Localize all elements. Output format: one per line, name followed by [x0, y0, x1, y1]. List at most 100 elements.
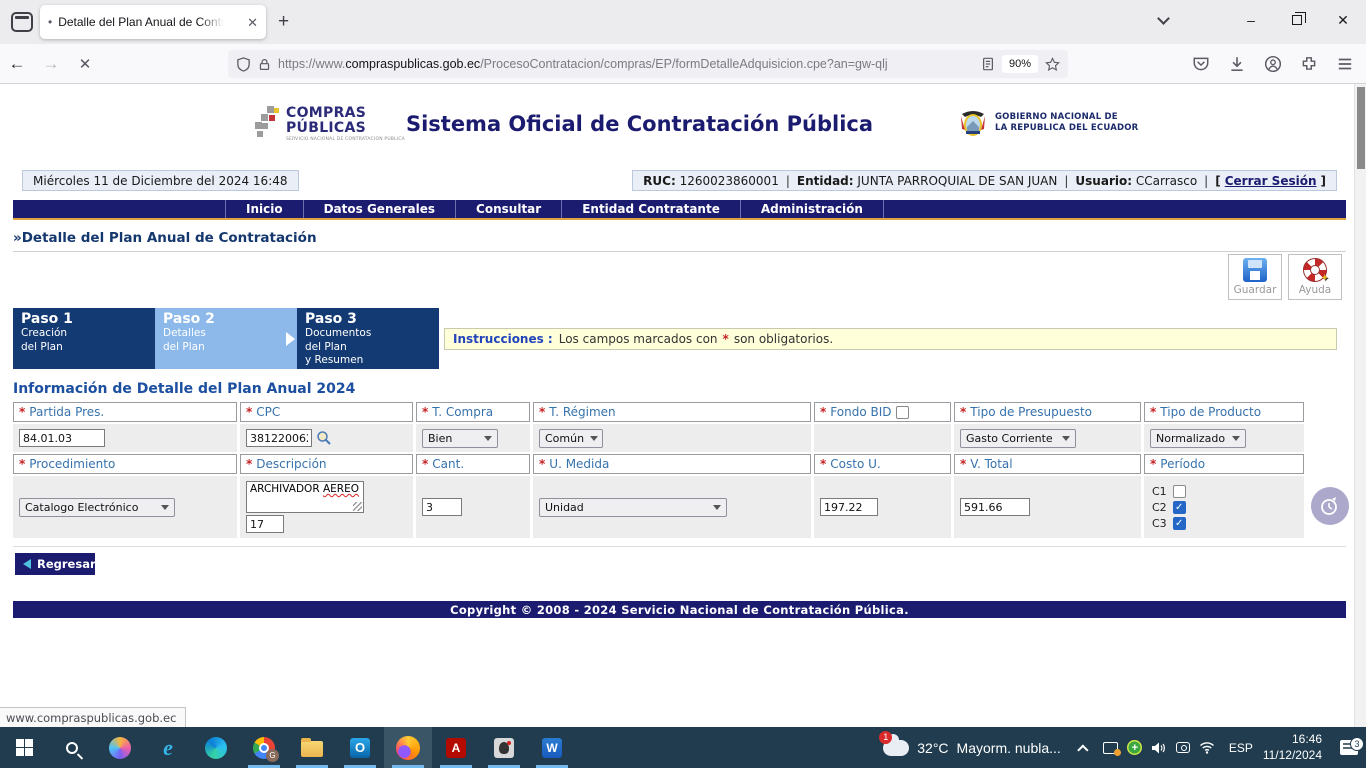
- screen-recorder-overlay-icon[interactable]: [1311, 487, 1349, 525]
- ecuador-coat-of-arms-icon: [958, 106, 988, 140]
- page-scrollbar[interactable]: [1354, 84, 1366, 727]
- close-button[interactable]: ✕: [1320, 0, 1366, 40]
- logo-line1: COMPRAS: [286, 106, 405, 121]
- taskbar-search-button[interactable]: [48, 727, 96, 768]
- cpc-input[interactable]: [246, 429, 312, 447]
- lock-icon[interactable]: [258, 58, 271, 71]
- step-arrow-icon: [286, 332, 295, 346]
- cell-descripcion: ARCHIVADOR AEREO: [240, 476, 413, 538]
- tab-close-icon[interactable]: ✕: [247, 16, 258, 29]
- cell-procedimiento: Catalogo Electrónico: [13, 476, 237, 538]
- partida-input[interactable]: [19, 429, 105, 447]
- extensions-puzzle-icon[interactable]: [1296, 51, 1322, 77]
- regresar-button[interactable]: Regresar: [15, 553, 95, 575]
- wifi-tray-icon[interactable]: [1195, 741, 1219, 754]
- step-1[interactable]: Paso 1 Creación del Plan: [13, 308, 155, 369]
- u-medida-select[interactable]: Unidad: [539, 498, 727, 517]
- cell-cant: [416, 476, 530, 538]
- nav-item-entidad-contratante[interactable]: Entidad Contratante: [561, 200, 740, 218]
- minimize-button[interactable]: –: [1228, 0, 1274, 40]
- periodo-c2-checkbox[interactable]: [1173, 501, 1186, 514]
- step-2-current[interactable]: Paso 2 Detalles del Plan: [155, 308, 297, 369]
- ayuda-button[interactable]: Ayuda: [1288, 254, 1342, 300]
- forward-button[interactable]: →: [34, 54, 68, 74]
- cell-v-total: [954, 476, 1141, 538]
- reader-view-icon[interactable]: [981, 57, 995, 71]
- costo-u-input[interactable]: [820, 498, 878, 516]
- copilot-button[interactable]: [96, 727, 144, 768]
- nav-item-administracion[interactable]: Administración: [740, 200, 884, 218]
- url-text[interactable]: https://www.compraspublicas.gob.ec/Proce…: [278, 57, 974, 71]
- screen: • Detalle del Plan Anual de Contr ✕ + – …: [0, 0, 1366, 768]
- bookmark-star-icon[interactable]: [1045, 57, 1060, 72]
- cpc-search-icon[interactable]: [316, 430, 332, 446]
- cell-fondo-bid: [814, 424, 951, 452]
- screen-cast-tray-icon[interactable]: [1099, 742, 1123, 754]
- ayuda-label: Ayuda: [1299, 284, 1331, 296]
- descripcion-textarea[interactable]: ARCHIVADOR AEREO: [246, 481, 364, 513]
- nav-item-datos-generales[interactable]: Datos Generales: [303, 200, 455, 218]
- pocket-icon[interactable]: [1188, 51, 1214, 77]
- guardar-button[interactable]: Guardar: [1228, 254, 1282, 300]
- cant-input[interactable]: [422, 498, 462, 516]
- acrobat-button[interactable]: A: [432, 727, 480, 768]
- wizard-steps: Paso 1 Creación del Plan Paso 2 Detalles…: [13, 308, 1346, 369]
- tipo-presupuesto-select[interactable]: Gasto Corriente: [960, 429, 1076, 448]
- step-3[interactable]: Paso 3 Documentos del Plan y Resumen: [297, 308, 439, 369]
- tray-expand-chevron-icon[interactable]: [1077, 744, 1088, 755]
- header-fondo-bid: *Fondo BID: [814, 402, 951, 422]
- outlook-button[interactable]: O: [336, 727, 384, 768]
- back-arrow-icon: [23, 559, 31, 569]
- new-tab-button[interactable]: +: [278, 11, 289, 33]
- account-icon[interactable]: [1260, 51, 1286, 77]
- shield-icon[interactable]: [236, 57, 251, 72]
- fondo-bid-checkbox[interactable]: [896, 406, 909, 419]
- chrome-button[interactable]: G: [240, 727, 288, 768]
- stop-button[interactable]: ✕: [68, 55, 102, 73]
- cerrar-sesion-link[interactable]: Cerrar Sesión: [1225, 174, 1317, 188]
- clock-widget[interactable]: 16:46 11/12/2024: [1263, 732, 1332, 763]
- antivirus-tray-icon[interactable]: +: [1123, 740, 1147, 755]
- browser-tab[interactable]: • Detalle del Plan Anual de Contr ✕: [40, 5, 266, 39]
- zoom-level-badge[interactable]: 90%: [1002, 55, 1038, 73]
- t-compra-select[interactable]: Bien: [422, 429, 498, 448]
- notification-center-button[interactable]: 3: [1332, 740, 1366, 755]
- nav-item-consultar[interactable]: Consultar: [455, 200, 561, 218]
- header-descripcion: *Descripción: [240, 454, 413, 474]
- download-icon[interactable]: [1224, 51, 1250, 77]
- firefox-view-icon[interactable]: [11, 12, 33, 32]
- edge-button[interactable]: [192, 727, 240, 768]
- detail-table-2: *Procedimiento *Descripción *Cant. *U. M…: [13, 454, 1346, 538]
- bird-app-button[interactable]: [480, 727, 528, 768]
- file-explorer-button[interactable]: [288, 727, 336, 768]
- page-viewport: COMPRAS PÚBLICAS SERVICIO NACIONAL DE CO…: [0, 84, 1366, 727]
- list-tabs-chevron-icon[interactable]: [1157, 12, 1170, 25]
- resize-handle-icon[interactable]: [353, 502, 362, 511]
- back-button[interactable]: ←: [0, 54, 34, 74]
- firefox-button-active[interactable]: [384, 727, 432, 768]
- language-indicator[interactable]: ESP: [1219, 741, 1263, 755]
- menu-hamburger-icon[interactable]: [1332, 51, 1358, 77]
- volume-tray-icon[interactable]: [1147, 741, 1171, 755]
- meet-now-tray-icon[interactable]: [1171, 742, 1195, 753]
- status-link-tooltip: www.compraspublicas.gob.ec: [0, 707, 186, 727]
- url-bar[interactable]: https://www.compraspublicas.gob.ec/Proce…: [228, 50, 1068, 78]
- scrollbar-thumb[interactable]: [1357, 87, 1365, 169]
- v-total-input[interactable]: [960, 498, 1030, 516]
- t-regimen-select[interactable]: Común: [539, 429, 603, 448]
- tipo-producto-select[interactable]: Normalizado: [1150, 429, 1246, 448]
- compras-publicas-logo: COMPRAS PÚBLICAS SERVICIO NACIONAL DE CO…: [255, 106, 405, 142]
- procedimiento-select[interactable]: Catalogo Electrónico: [19, 498, 175, 517]
- restore-button[interactable]: [1274, 0, 1320, 40]
- descripcion-extra-input[interactable]: [246, 515, 284, 533]
- weather-widget[interactable]: 1 32°C Mayorm. nubla...: [873, 740, 1071, 756]
- internet-explorer-button[interactable]: e: [144, 727, 192, 768]
- periodo-c1-checkbox[interactable]: [1173, 485, 1186, 498]
- windows-taskbar: e G O A W 1 32°C Mayorm. nubla... + ESP …: [0, 727, 1366, 768]
- nav-item-inicio[interactable]: Inicio: [225, 200, 303, 218]
- periodo-c3-checkbox[interactable]: [1173, 517, 1186, 530]
- gov-line2: LA REPUBLICA DEL ECUADOR: [995, 123, 1138, 134]
- start-button[interactable]: [0, 727, 48, 768]
- word-button[interactable]: W: [528, 727, 576, 768]
- folder-icon: [301, 741, 323, 757]
